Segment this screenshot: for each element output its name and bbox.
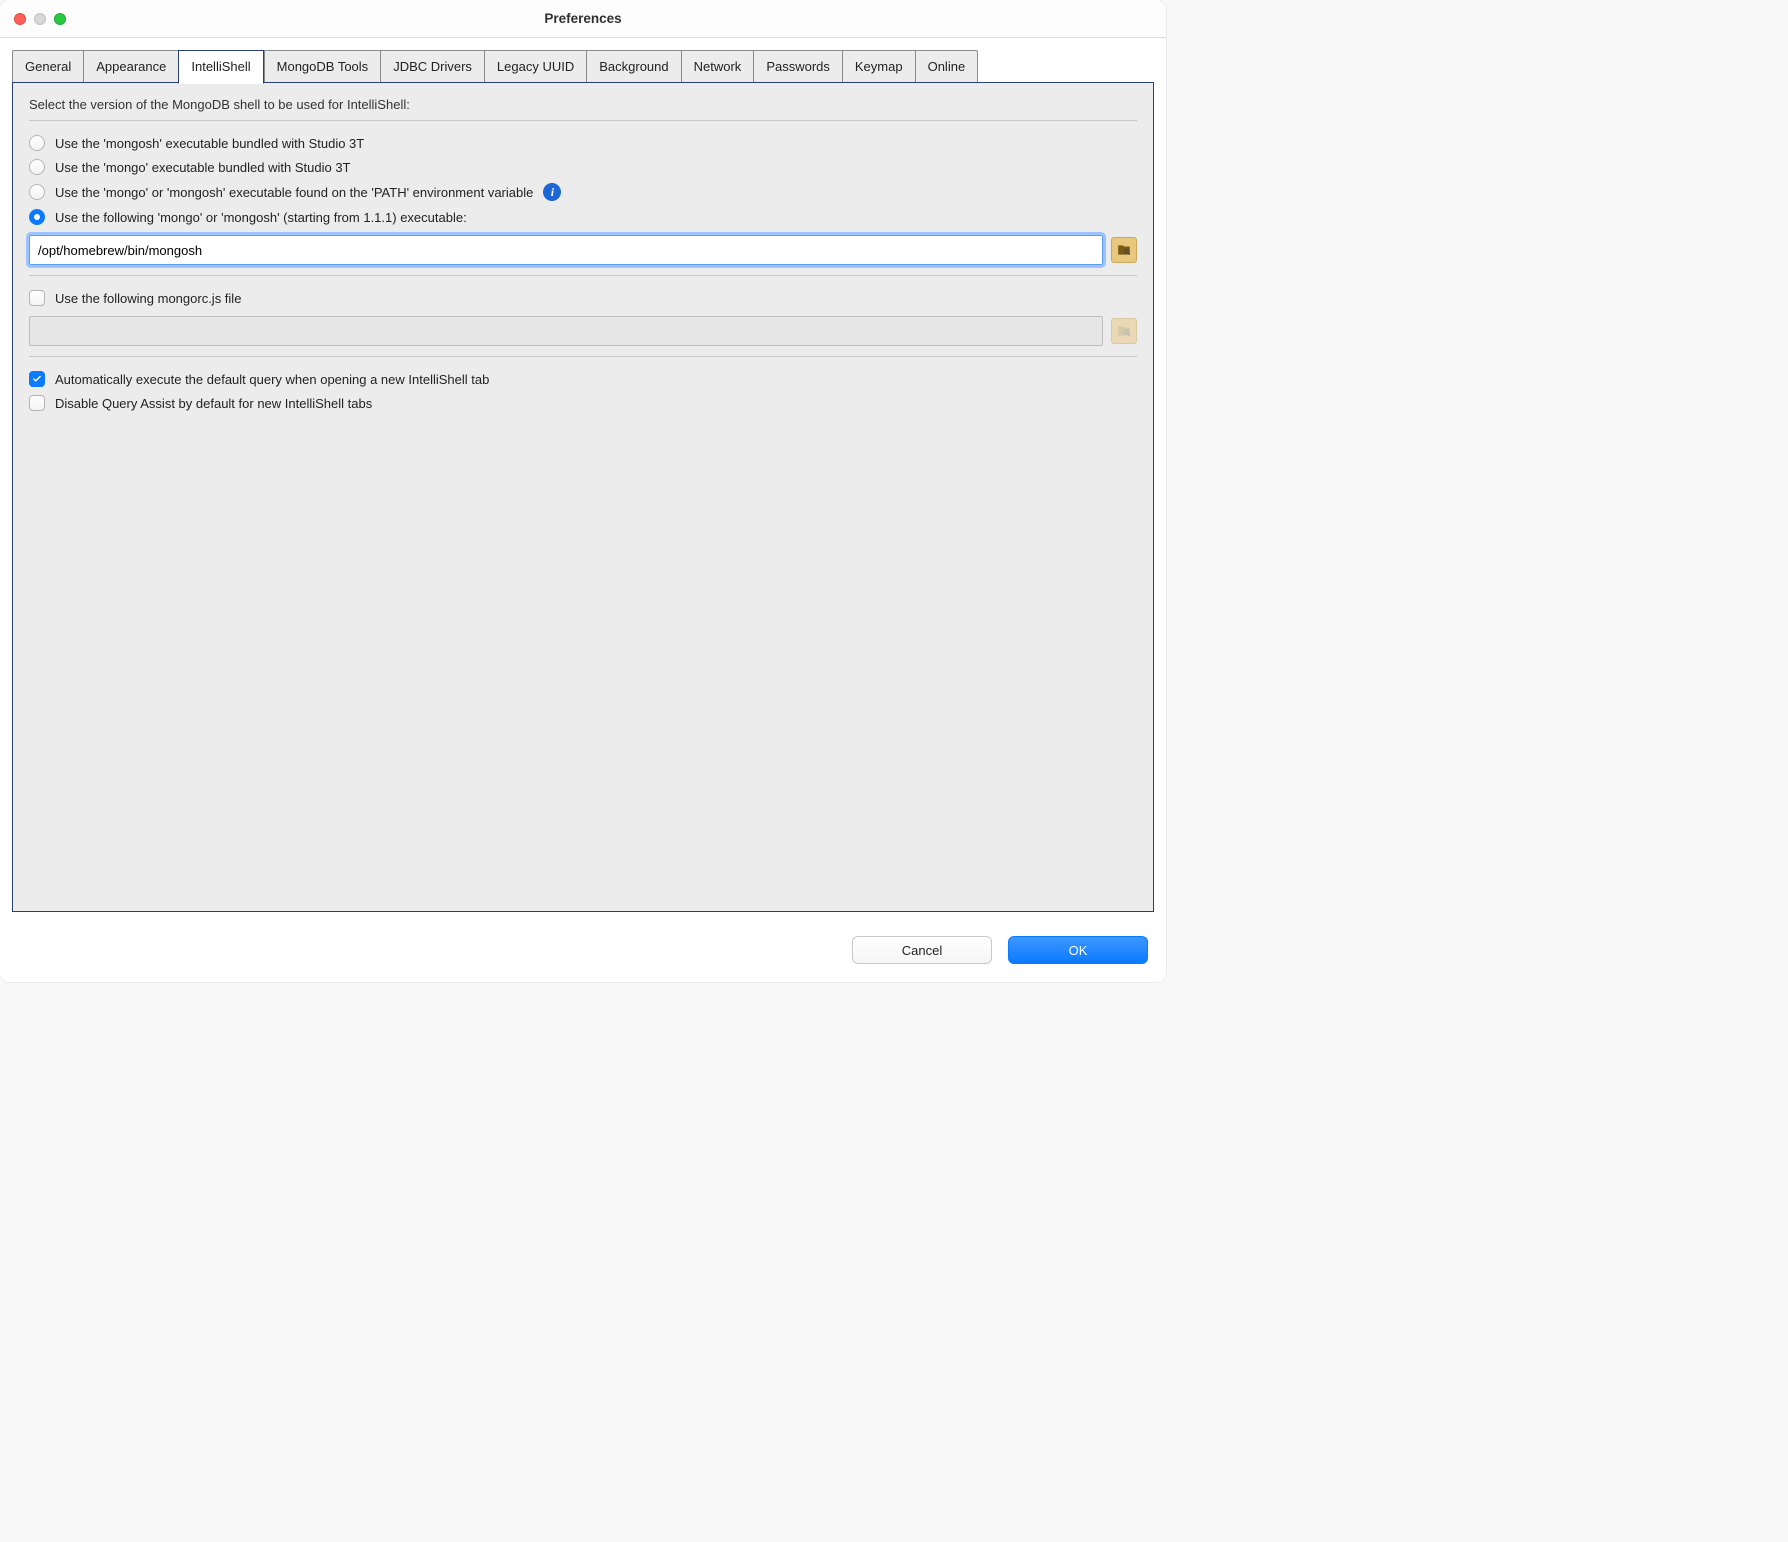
radio-path-executable[interactable] [29,184,45,200]
radio-custom-executable[interactable] [29,209,45,225]
titlebar: Preferences [0,0,1166,38]
mongorc-row: Use the following mongorc.js file [29,286,1137,310]
tab-mongodb-tools[interactable]: MongoDB Tools [264,50,381,83]
window-title: Preferences [0,11,1166,26]
auto-exec-row: Automatically execute the default query … [29,367,1137,391]
tab-background[interactable]: Background [586,50,680,83]
divider [29,356,1137,357]
tabbar: General Appearance IntelliShell MongoDB … [12,50,1154,83]
shell-option-row: Use the 'mongo' executable bundled with … [29,155,1137,179]
divider [29,275,1137,276]
radio-label: Use the following 'mongo' or 'mongosh' (… [55,210,467,225]
folder-search-icon [1117,243,1131,257]
shell-option-row: Use the 'mongosh' executable bundled wit… [29,131,1137,155]
divider [29,120,1137,121]
radio-label: Use the 'mongosh' executable bundled wit… [55,136,364,151]
tab-general[interactable]: General [12,50,83,83]
dialog-footer: Cancel OK [0,912,1166,982]
shell-option-row: Use the 'mongo' or 'mongosh' executable … [29,179,1137,205]
minimize-window-button[interactable] [34,13,46,25]
radio-mongo-bundled[interactable] [29,159,45,175]
ok-button[interactable]: OK [1008,936,1148,964]
tab-jdbc-drivers[interactable]: JDBC Drivers [380,50,484,83]
disable-assist-checkbox[interactable] [29,395,45,411]
close-window-button[interactable] [14,13,26,25]
executable-path-input[interactable] [29,235,1103,265]
tab-online[interactable]: Online [915,50,979,83]
tab-panel-intellishell: Select the version of the MongoDB shell … [12,82,1154,912]
fullscreen-window-button[interactable] [54,13,66,25]
radio-label: Use the 'mongo' or 'mongosh' executable … [55,185,533,200]
radio-mongosh-bundled[interactable] [29,135,45,151]
tab-passwords[interactable]: Passwords [753,50,842,83]
cancel-button[interactable]: Cancel [852,936,992,964]
browse-executable-button[interactable] [1111,237,1137,263]
shell-option-row: Use the following 'mongo' or 'mongosh' (… [29,205,1137,229]
info-icon[interactable]: i [543,183,561,201]
auto-exec-checkbox[interactable] [29,371,45,387]
radio-label: Use the 'mongo' executable bundled with … [55,160,350,175]
disable-assist-row: Disable Query Assist by default for new … [29,391,1137,415]
tab-appearance[interactable]: Appearance [83,50,178,83]
window-controls [0,13,66,25]
shell-version-section-label: Select the version of the MongoDB shell … [29,97,1137,112]
mongorc-label: Use the following mongorc.js file [55,291,241,306]
mongorc-path-input [29,316,1103,346]
mongorc-checkbox[interactable] [29,290,45,306]
disable-assist-label: Disable Query Assist by default for new … [55,396,372,411]
folder-search-icon [1117,324,1131,338]
mongorc-path-row [29,316,1137,346]
tab-intellishell[interactable]: IntelliShell [178,50,263,84]
preferences-window: Preferences General Appearance IntelliSh… [0,0,1166,982]
executable-path-row [29,235,1137,265]
tab-keymap[interactable]: Keymap [842,50,915,83]
tab-legacy-uuid[interactable]: Legacy UUID [484,50,586,83]
auto-exec-label: Automatically execute the default query … [55,372,489,387]
browse-mongorc-button [1111,318,1137,344]
tab-network[interactable]: Network [681,50,754,83]
